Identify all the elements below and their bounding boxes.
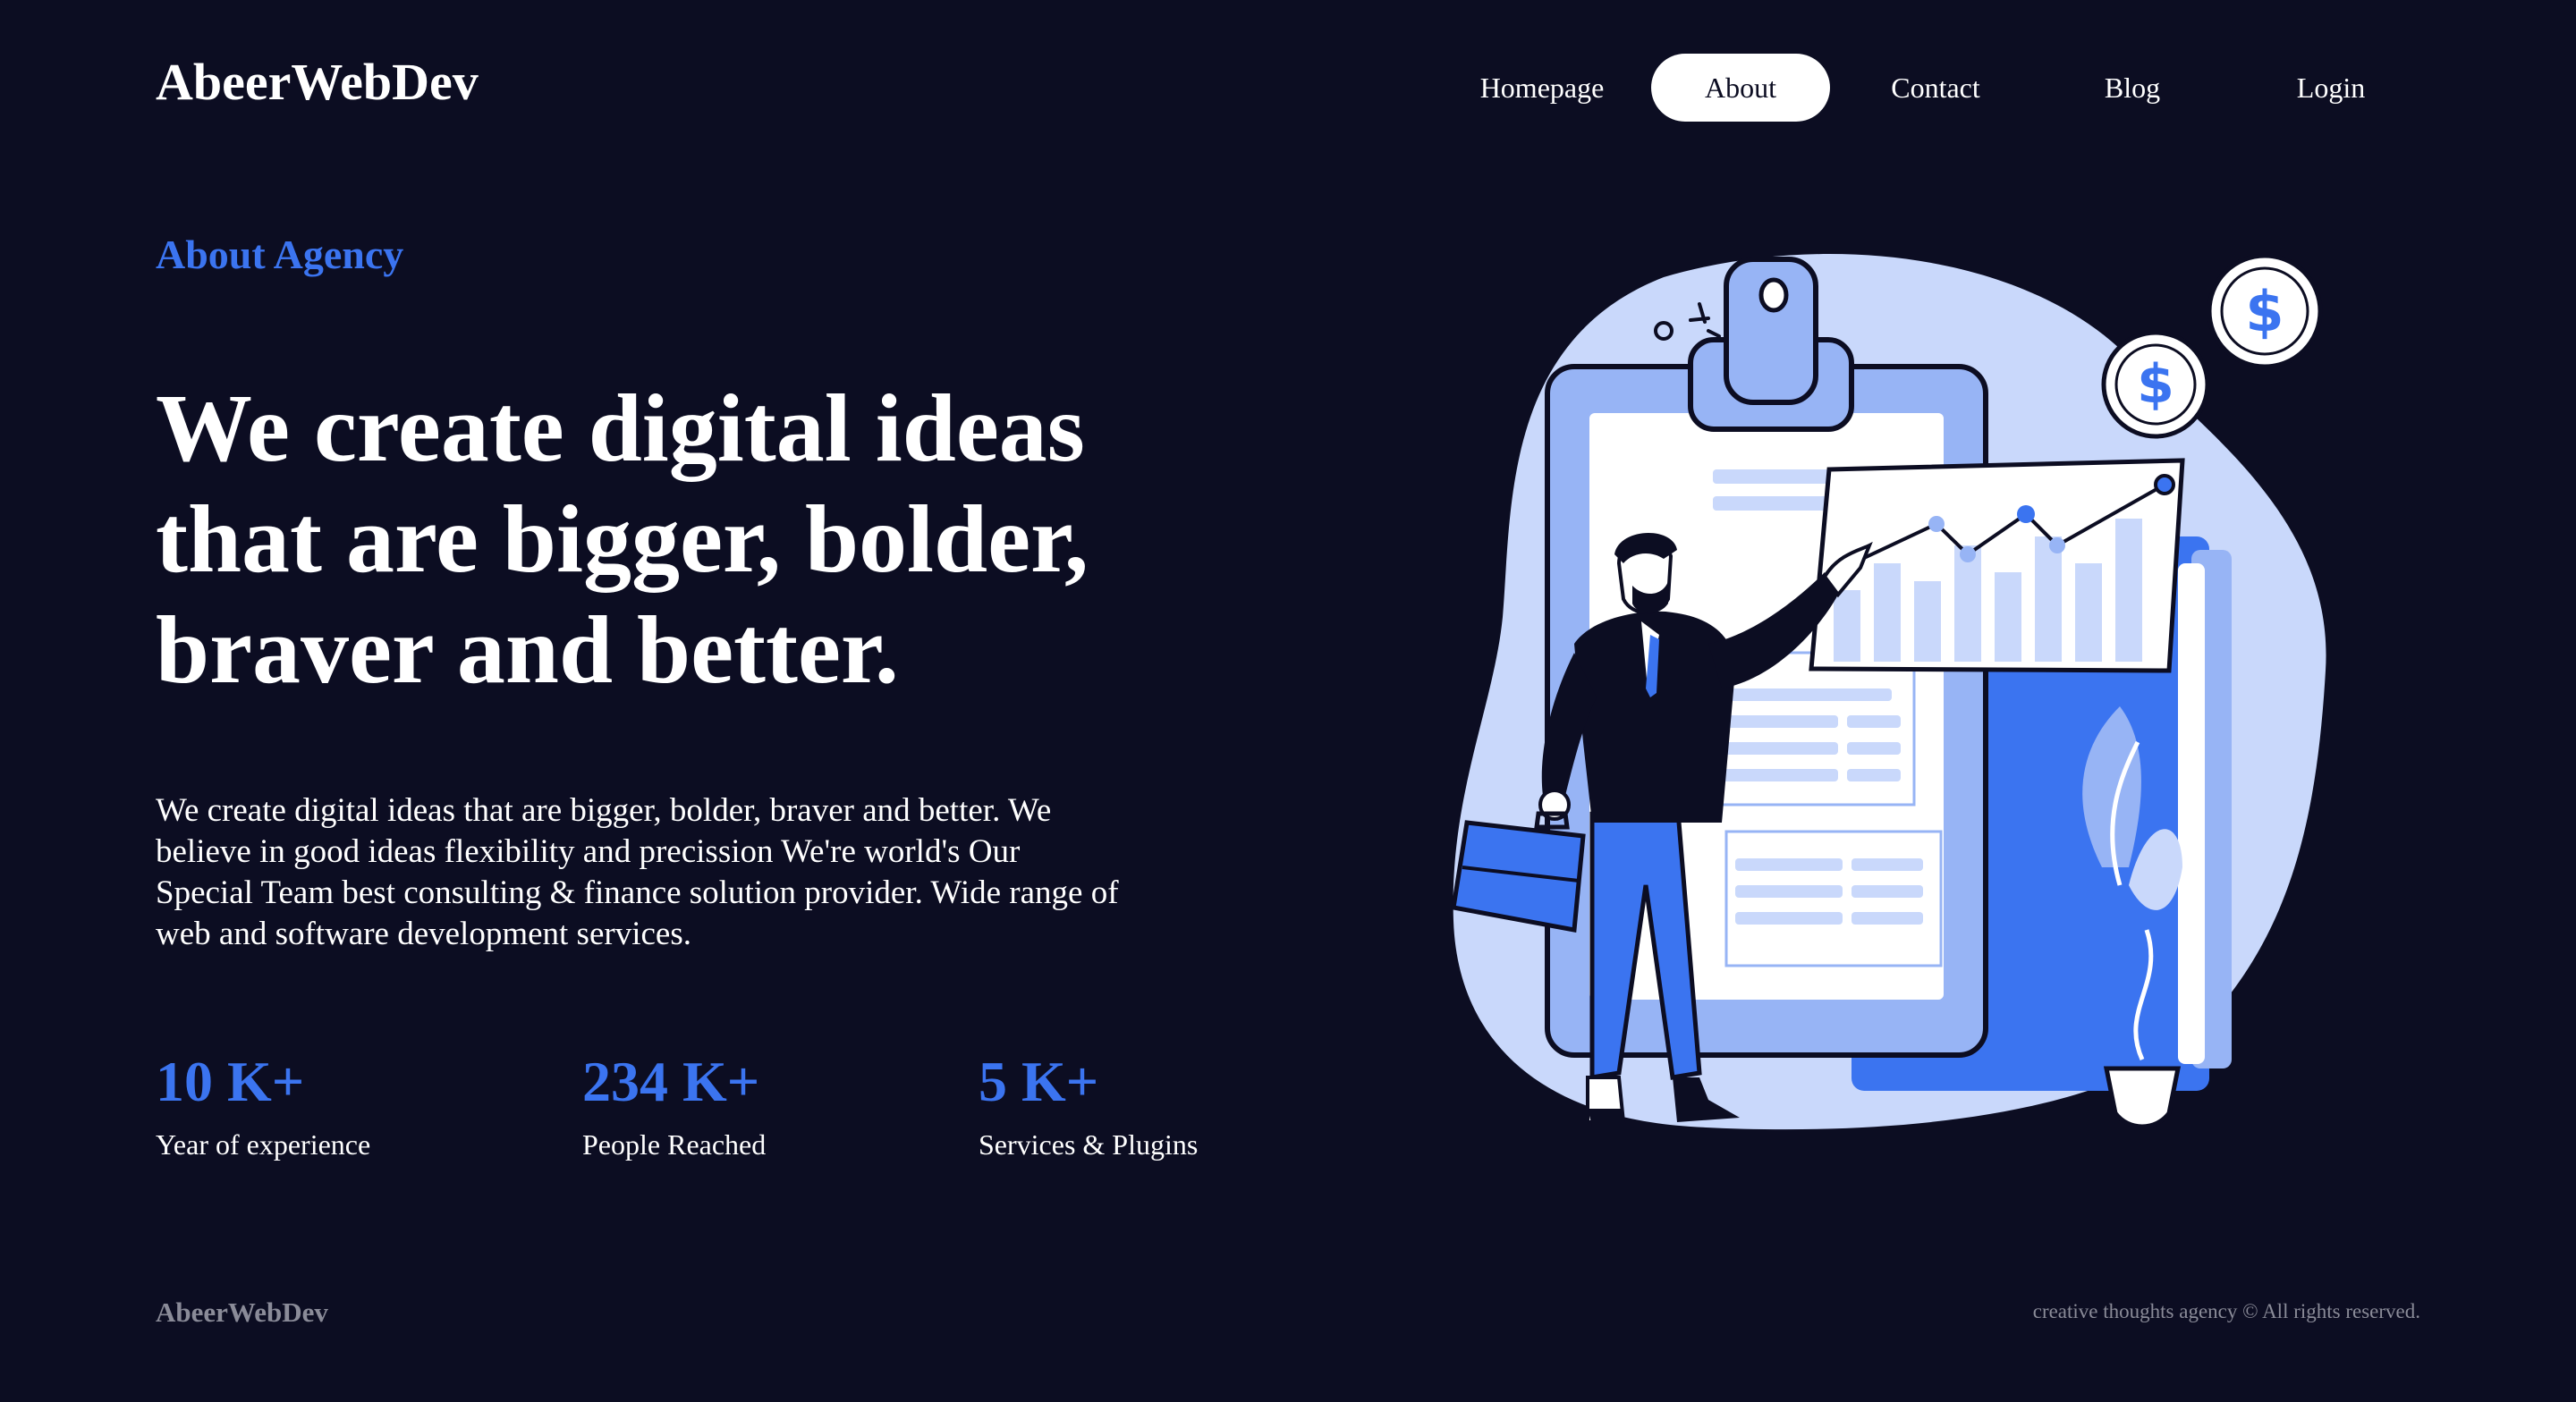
description-line: web and software development services. — [156, 916, 691, 952]
nav-blog[interactable]: Blog — [2045, 54, 2220, 122]
hero-headline: We create digital ideas that are bigger,… — [156, 374, 1265, 706]
chart-board — [1809, 458, 2185, 673]
dollar-coin-icon: $ — [2101, 330, 2210, 439]
nav-contact[interactable]: Contact — [1846, 54, 2025, 122]
business-presentation-illustration: $ $ — [1451, 253, 2326, 1130]
stat-value: 5 K+ — [979, 1050, 1099, 1113]
stat-value: 10 K+ — [156, 1050, 305, 1113]
stat-people-reached: 234 K+ People Reached — [582, 1046, 766, 1161]
svg-text:$: $ — [2245, 279, 2284, 344]
headline-line: We create digital ideas — [156, 376, 1085, 482]
nav-homepage[interactable]: Homepage — [1449, 54, 1635, 122]
stat-services: 5 K+ Services & Plugins — [979, 1046, 1198, 1161]
nav-login[interactable]: Login — [2241, 54, 2420, 122]
nav-about[interactable]: About — [1651, 54, 1830, 122]
site-logo[interactable]: AbeerWebDev — [156, 52, 479, 112]
section-eyebrow: About Agency — [156, 232, 404, 277]
headline-line: that are bigger, bolder, — [156, 486, 1089, 593]
footer-copyright: creative thoughts agency © All rights re… — [2032, 1300, 2420, 1322]
footer-logo[interactable]: AbeerWebDev — [156, 1296, 328, 1329]
headline-line: braver and better. — [156, 597, 899, 704]
stat-label: People Reached — [582, 1128, 767, 1161]
description-line: Special Team best consulting & finance s… — [156, 874, 1119, 911]
about-page: AbeerWebDev Homepage About Contact Blog … — [0, 0, 2576, 1402]
stat-value: 234 K+ — [582, 1050, 760, 1113]
svg-text:$: $ — [2137, 353, 2174, 416]
stat-label: Services & Plugins — [979, 1128, 1199, 1161]
description-line: believe in good ideas flexibility and pr… — [156, 833, 1021, 870]
description-line: We create digital ideas that are bigger,… — [156, 792, 1052, 829]
stat-experience: 10 K+ Year of experience — [156, 1046, 370, 1161]
dollar-coin-icon: $ — [2207, 253, 2323, 369]
stat-label: Year of experience — [156, 1128, 371, 1161]
hero-description: We create digital ideas that are bigger,… — [156, 790, 1229, 955]
